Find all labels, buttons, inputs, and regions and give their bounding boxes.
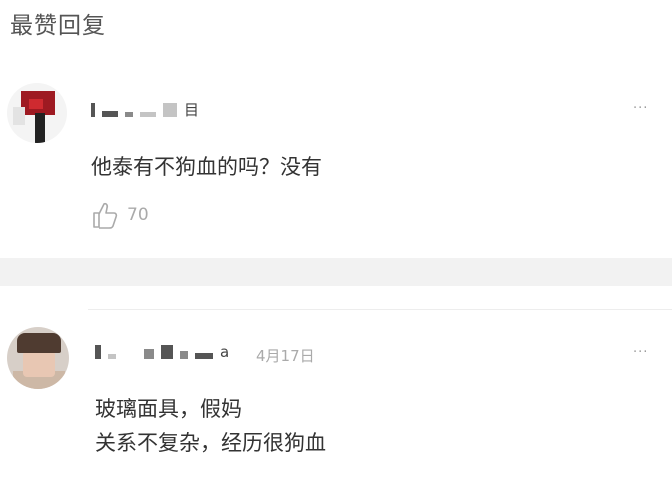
username-tail: 目 — [184, 101, 200, 119]
divider-line — [88, 309, 672, 310]
avatar[interactable] — [7, 83, 67, 143]
username[interactable]: a — [95, 343, 230, 361]
username-tail: a — [220, 343, 230, 361]
comment-text: 玻璃面具，假妈 关系不复杂，经历很狗血 — [95, 397, 326, 455]
like-button[interactable]: 70 — [91, 200, 149, 230]
more-options-icon[interactable]: ··· — [633, 101, 648, 116]
comment-date: 4月17日 — [256, 347, 315, 365]
more-options-icon[interactable]: ··· — [633, 345, 648, 360]
section-title: 最赞回复 — [10, 13, 106, 39]
username[interactable]: 目 — [91, 101, 200, 119]
thumbs-up-icon — [93, 202, 118, 229]
section-divider — [0, 258, 672, 286]
avatar[interactable] — [7, 327, 69, 389]
like-count: 70 — [127, 205, 149, 225]
comment-text: 他泰有不狗血的吗？没有 — [91, 155, 322, 179]
